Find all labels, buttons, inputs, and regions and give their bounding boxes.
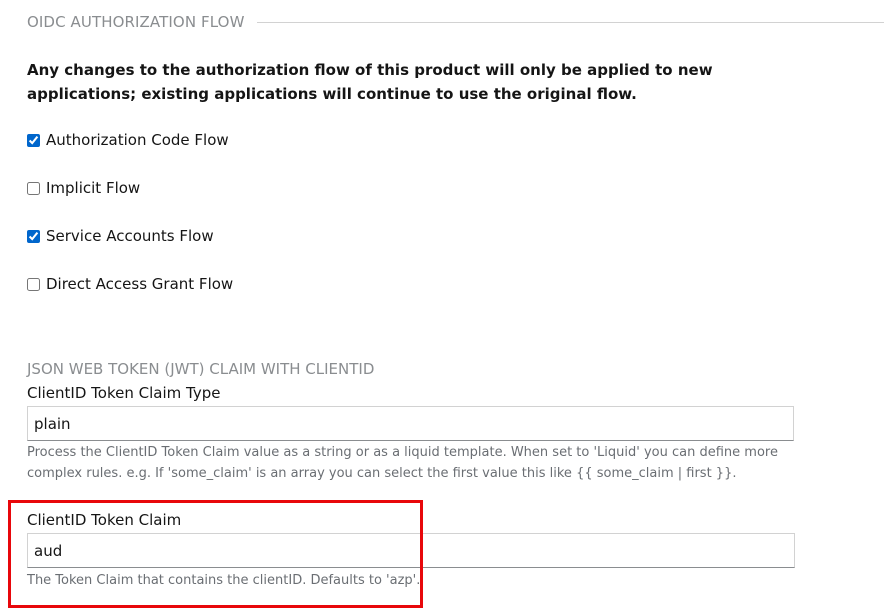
- authorization-code-flow-option[interactable]: Authorization Code Flow: [27, 130, 229, 150]
- client-id-token-claim-help: The Token Claim that contains the client…: [27, 573, 421, 588]
- oidc-section-legend: OIDC AUTHORIZATION FLOW: [27, 13, 245, 31]
- flow-change-notice: Any changes to the authorization flow of…: [27, 61, 713, 103]
- claim-type-label: ClientID Token Claim Type: [27, 384, 221, 402]
- service-accounts-flow-checkbox[interactable]: [27, 229, 40, 243]
- implicit-flow-label: Implicit Flow: [46, 179, 141, 197]
- claim-type-input[interactable]: [27, 406, 794, 441]
- product-settings-page: OIDC AUTHORIZATION FLOW Any changes to t…: [0, 0, 884, 613]
- client-id-token-claim-label: ClientID Token Claim: [27, 511, 182, 529]
- implicit-flow-checkbox[interactable]: [27, 181, 40, 195]
- service-accounts-flow-option[interactable]: Service Accounts Flow: [27, 226, 214, 246]
- claim-type-help: Process the ClientID Token Claim value a…: [27, 445, 778, 481]
- direct-access-grant-flow-checkbox[interactable]: [27, 277, 40, 291]
- service-accounts-flow-label: Service Accounts Flow: [46, 227, 214, 245]
- client-id-token-claim-input[interactable]: [27, 533, 795, 568]
- oidc-section-header: OIDC AUTHORIZATION FLOW: [27, 12, 884, 32]
- authorization-code-flow-checkbox[interactable]: [27, 133, 40, 147]
- direct-access-grant-flow-option[interactable]: Direct Access Grant Flow: [27, 274, 233, 294]
- authorization-code-flow-label: Authorization Code Flow: [46, 131, 229, 149]
- direct-access-grant-flow-label: Direct Access Grant Flow: [46, 275, 234, 293]
- jwt-section-title: JSON WEB TOKEN (JWT) CLAIM WITH CLIENTID: [27, 360, 375, 378]
- legend-divider: [256, 21, 884, 23]
- implicit-flow-option[interactable]: Implicit Flow: [27, 178, 140, 198]
